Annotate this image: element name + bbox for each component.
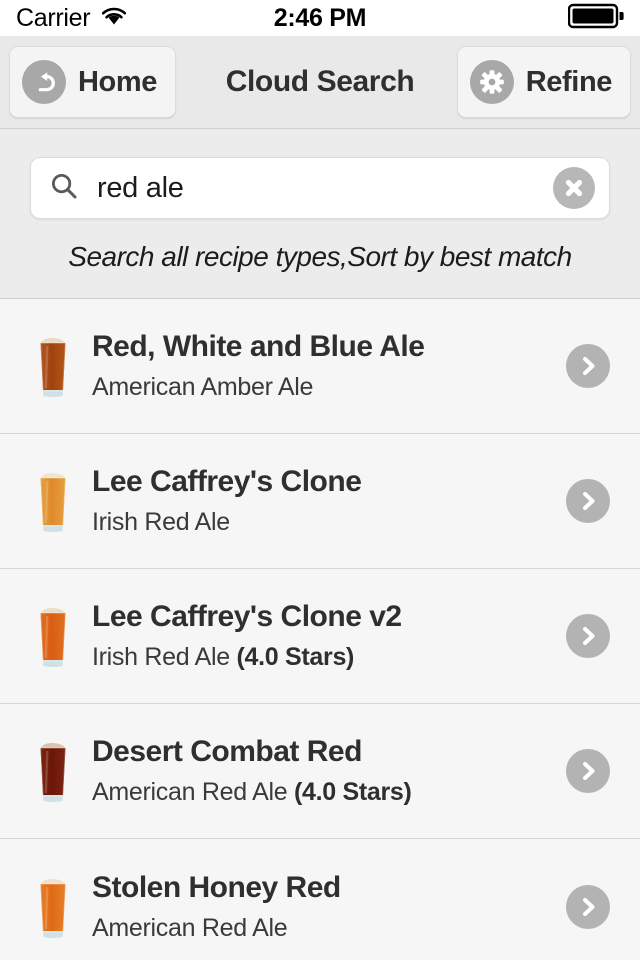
battery-full-icon — [567, 3, 624, 34]
disclosure-chevron-icon[interactable] — [566, 614, 610, 658]
result-title: Lee Caffrey's Clone — [92, 465, 362, 498]
result-style: American Red Ale (4.0 Stars) — [92, 778, 552, 807]
result-row[interactable]: Lee Caffrey's Clone v2 Irish Red Ale (4.0… — [0, 569, 640, 704]
result-style-label: American Amber Ale — [92, 373, 314, 401]
beer-glass-icon — [36, 603, 70, 669]
refine-button[interactable]: Refine — [456, 46, 631, 118]
clear-search-icon[interactable] — [553, 167, 595, 209]
result-style: Irish Red Ale (4.0 Stars) — [92, 643, 552, 672]
gear-icon — [469, 60, 514, 104]
result-row[interactable]: Desert Combat Red American Red Ale (4.0 S… — [0, 704, 640, 839]
result-title: Stolen Honey Red — [92, 870, 341, 904]
result-text: Stolen Honey Red American Red Ale — [92, 871, 552, 943]
disclosure-chevron-icon[interactable] — [566, 479, 610, 523]
beer-glass-icon — [36, 874, 70, 940]
result-row[interactable]: Stolen Honey Red American Red Ale — [0, 839, 640, 960]
status-bar: Carrier 2:46 PM — [0, 0, 640, 36]
result-style: Irish Red Ale — [92, 508, 552, 537]
back-arrow-icon — [22, 60, 66, 104]
search-icon — [49, 171, 79, 206]
search-field[interactable]: red ale — [30, 157, 610, 219]
status-bar-right — [567, 3, 624, 34]
result-style-label: American Red Ale — [92, 778, 288, 806]
result-text: Lee Caffrey's Clone Irish Red Ale — [92, 465, 552, 537]
result-style: American Red Ale — [92, 914, 552, 943]
result-rating: (4.0 Stars) — [287, 778, 412, 806]
result-text: Lee Caffrey's Clone v2 Irish Red Ale (4.0… — [92, 600, 552, 672]
result-title: Lee Caffrey's Clone v2 — [92, 600, 402, 633]
carrier-label: Carrier — [16, 3, 91, 32]
result-rating: (4.0 Stars) — [229, 643, 355, 671]
results-list[interactable]: Red, White and Blue Ale American Amber Al… — [0, 298, 640, 960]
search-section: red ale Search all recipe types,Sort by … — [0, 129, 640, 298]
result-text: Red, White and Blue Ale American Amber Al… — [92, 330, 552, 402]
status-bar-left: Carrier — [16, 4, 128, 33]
wifi-icon — [100, 6, 128, 31]
result-style-label: American Red Ale — [92, 913, 288, 942]
search-scope-label: Search all recipe types,Sort by best mat… — [68, 241, 572, 272]
result-row[interactable]: Red, White and Blue Ale American Amber Al… — [0, 299, 640, 434]
app-screen: Carrier 2:46 PM Home Cloud Search Refine… — [0, 0, 640, 960]
result-title: Desert Combat Red — [92, 735, 362, 768]
beer-glass-icon — [36, 333, 70, 399]
home-button-label: Home — [78, 65, 157, 98]
disclosure-chevron-icon[interactable] — [566, 344, 610, 388]
refine-button-label: Refine — [525, 65, 613, 98]
result-style: American Amber Ale — [92, 373, 552, 402]
disclosure-chevron-icon[interactable] — [566, 749, 610, 793]
result-title: Red, White and Blue Ale — [92, 330, 425, 363]
beer-glass-icon — [36, 738, 70, 804]
navigation-bar: Home Cloud Search Refine — [0, 36, 640, 129]
result-text: Desert Combat Red American Red Ale (4.0 S… — [92, 735, 552, 807]
result-style-label: Irish Red Ale — [92, 508, 230, 536]
result-style-label: Irish Red Ale — [92, 643, 230, 671]
beer-glass-icon — [36, 468, 70, 534]
search-input[interactable]: red ale — [97, 172, 553, 205]
home-button[interactable]: Home — [9, 46, 176, 118]
disclosure-chevron-icon[interactable] — [566, 884, 610, 929]
result-row[interactable]: Lee Caffrey's Clone Irish Red Ale — [0, 434, 640, 569]
